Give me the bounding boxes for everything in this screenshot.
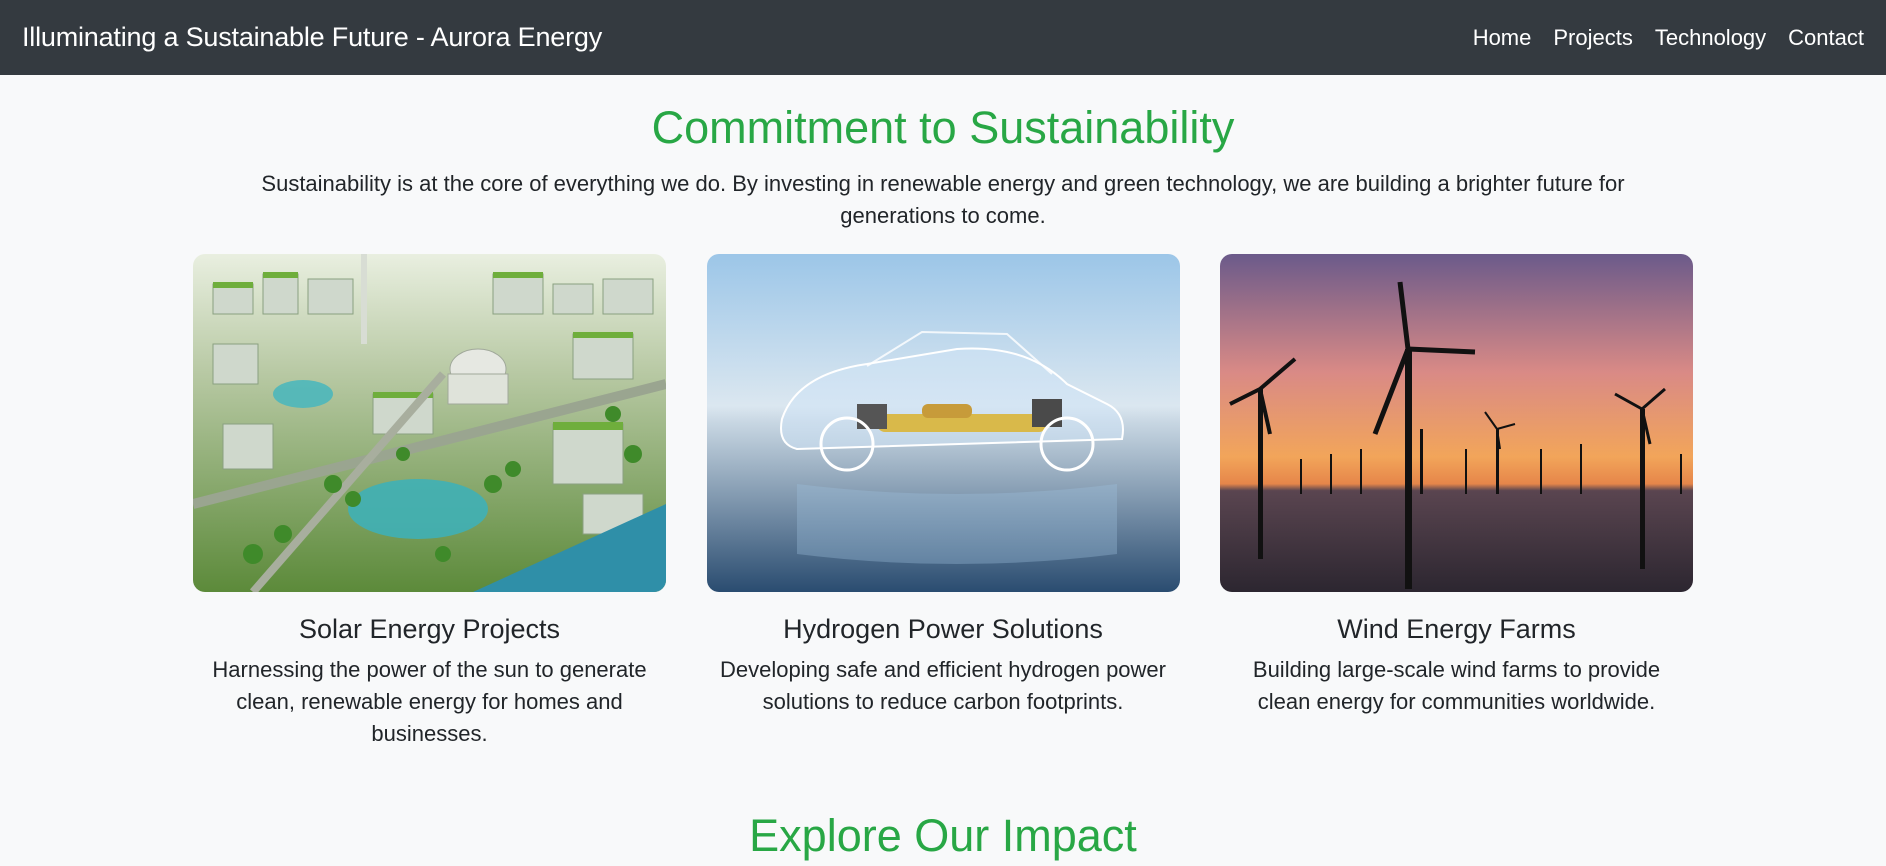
card-hydrogen: Hydrogen Power Solutions Developing safe… <box>706 253 1180 750</box>
sustainability-title: Commitment to Sustainability <box>651 102 1235 153</box>
nav-link-home[interactable]: Home <box>1462 25 1543 51</box>
nav-link-contact[interactable]: Contact <box>1777 25 1864 51</box>
card-solar: Solar Energy Projects Harnessing the pow… <box>193 253 666 750</box>
explore-title: Explore Our Impact <box>749 809 1137 861</box>
card-wind: Wind Energy Farms Building large-scale w… <box>1220 253 1693 750</box>
card-solar-title: Solar Energy Projects <box>298 613 561 644</box>
card-wind-title: Wind Energy Farms <box>1337 613 1576 644</box>
sustainability-section: Commitment to Sustainability Sustainabil… <box>193 103 1693 862</box>
sustainability-intro: Sustainability is at the core of everyth… <box>261 170 1625 228</box>
project-cards: Solar Energy Projects Harnessing the pow… <box>193 253 1693 750</box>
nav-link-technology[interactable]: Technology <box>1644 25 1777 51</box>
card-wind-text: Building large-scale wind farms to provi… <box>1252 656 1661 714</box>
card-solar-text: Harnessing the power of the sun to gener… <box>212 656 647 746</box>
nav-link-projects[interactable]: Projects <box>1542 25 1643 51</box>
wind-farm-image <box>1220 253 1693 592</box>
card-hydrogen-text: Developing safe and efficient hydrogen p… <box>719 656 1166 714</box>
hydrogen-car-image <box>706 253 1180 592</box>
brand-link[interactable]: Illuminating a Sustainable Future - Auro… <box>22 22 602 53</box>
top-navbar: Illuminating a Sustainable Future - Auro… <box>0 0 1886 75</box>
solar-city-image <box>193 253 666 592</box>
card-hydrogen-title: Hydrogen Power Solutions <box>783 613 1103 644</box>
nav-links: Home Projects Technology Contact <box>1462 25 1864 51</box>
